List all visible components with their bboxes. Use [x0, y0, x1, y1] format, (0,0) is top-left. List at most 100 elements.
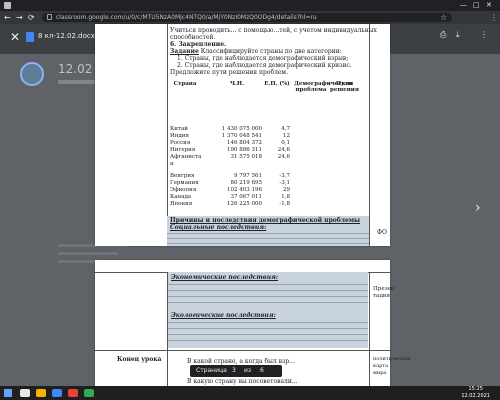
taskbar-app-icon[interactable] — [68, 389, 78, 397]
table-header-country: Страна — [173, 81, 197, 87]
task-text: Классифицируйте страны по две категории: — [200, 48, 342, 55]
cell-population: 31 575 018 — [230, 154, 263, 160]
lesson-end-question: В какой стране, а когда был взр... — [187, 358, 295, 365]
cell-population: 80 219 695 — [230, 180, 263, 186]
cell-growth: 12 — [283, 133, 290, 139]
close-window-button[interactable]: ✕ — [486, 0, 492, 11]
browser-toolbar: ← → ⟳ classroom.google.com/u/0/c/MTU5NzA… — [0, 11, 500, 24]
browser-menu-button[interactable]: ⋮ — [490, 11, 498, 24]
answer-line — [168, 290, 368, 291]
back-button[interactable]: ← — [4, 11, 11, 24]
cell-population: 9 797 561 — [234, 173, 262, 179]
cell-growth: -3,7 — [279, 173, 290, 179]
start-button-icon[interactable] — [4, 389, 12, 397]
page-indicator[interactable]: Страница 3 из 6 — [190, 365, 282, 377]
cell-country: Китай — [170, 126, 188, 132]
reload-button[interactable]: ⟳ — [28, 11, 35, 24]
cell-country: Япония — [170, 201, 193, 207]
cell-population: 1 430 075 000 — [221, 126, 262, 132]
clock-time: 15:25 — [468, 386, 483, 392]
bookmark-star-icon[interactable]: ☆ — [440, 11, 447, 24]
presentation-label: Презен тация — [373, 286, 395, 299]
tab-favicon-icon[interactable] — [4, 2, 11, 9]
download-button[interactable]: ⤓ — [456, 30, 460, 40]
answer-line — [168, 340, 368, 341]
bg-text-line — [58, 252, 118, 255]
table-row: н — [167, 161, 369, 168]
address-bar[interactable]: classroom.google.com/u/0/c/MTU5NzA0Mjc4N… — [42, 13, 452, 22]
doc-section-heading: 6. Закрепление. — [170, 41, 227, 48]
cell-growth: 29 — [283, 187, 290, 193]
lesson-end-question: В какую страну вы посоветовали... — [187, 378, 298, 385]
table-row: Канада 37 067 011 1,8 — [167, 194, 369, 201]
cell-growth: 4,7 — [281, 126, 290, 132]
lock-icon — [47, 14, 52, 20]
cell-population: 1 370 048 541 — [221, 133, 262, 139]
table-border — [95, 350, 390, 351]
cell-growth: 0,1 — [281, 140, 290, 146]
cell-growth: -3,1 — [279, 180, 290, 186]
answer-line — [167, 233, 369, 234]
table-header-population: Ч.Н. — [229, 81, 245, 87]
table-header-problem: Демографическая проблема — [294, 81, 354, 93]
taskbar-app-icon[interactable] — [20, 389, 30, 397]
cell-population: 190 886 311 — [227, 147, 262, 153]
cell-country: н — [170, 161, 174, 167]
causes-heading: Причины и последствия демографической пр… — [170, 217, 361, 224]
table-row: Эфиопия 102 403 196 29 — [167, 187, 369, 194]
print-button[interactable]: ⎙ — [440, 30, 446, 40]
minimize-window-button[interactable]: — — [460, 0, 467, 11]
url-text[interactable]: classroom.google.com/u/0/c/MTU5NzA0Mjc4N… — [56, 13, 317, 22]
document-page-2: Экономические последствия: Экологические… — [95, 260, 410, 400]
assessment-label: ФО — [377, 229, 387, 236]
page-of: из — [244, 367, 252, 374]
consequences-answer-area: Экономические последствия: Экологические… — [168, 272, 368, 348]
answer-line — [168, 302, 368, 303]
assignment-avatar — [20, 62, 44, 86]
cell-population: 102 403 196 — [227, 187, 262, 193]
forward-button[interactable]: → — [16, 11, 23, 24]
answer-line — [167, 238, 369, 239]
cell-growth: -1,8 — [279, 201, 290, 207]
cell-country: Канада — [170, 194, 192, 200]
cell-growth: 1,8 — [281, 194, 290, 200]
table-row: Китай 1 430 075 000 4,7 — [167, 126, 369, 133]
cell-growth: 24,6 — [277, 147, 290, 153]
close-viewer-button[interactable]: ✕ — [10, 30, 20, 44]
table-header-solutions: Пути решения — [330, 81, 359, 93]
table-border — [369, 24, 370, 246]
taskbar-app-icon[interactable] — [36, 389, 46, 397]
maximize-window-button[interactable]: □ — [473, 0, 480, 11]
viewer-more-button[interactable]: ⋮ — [480, 30, 488, 39]
cell-country: Эфиопия — [170, 187, 197, 193]
answer-line — [167, 243, 369, 244]
document-page-1: Учиться проводить... с помощью...тей, с … — [95, 24, 390, 246]
task-label: Задание — [170, 48, 199, 55]
answer-line — [168, 322, 368, 323]
browser-tabstrip: — □ ✕ — [0, 0, 500, 11]
current-page: 3 — [232, 367, 236, 374]
answer-line — [168, 328, 368, 329]
system-clock[interactable]: 15:25 12.02.2021 — [461, 386, 490, 400]
table-row: Индия 1 370 048 541 12 — [167, 133, 369, 140]
page-label: Страница — [196, 367, 227, 374]
table-header-growth: Е.П. (%) — [264, 81, 290, 87]
doc-list-item: 2. Страны, где наблюдается демографическ… — [177, 62, 352, 69]
taskbar-app-icon[interactable] — [52, 389, 62, 397]
doc-line: способностей. — [170, 34, 216, 41]
answer-line — [168, 334, 368, 335]
next-file-arrow-icon[interactable]: › — [475, 200, 481, 216]
table-border — [369, 272, 370, 400]
cell-population: 126 225 000 — [227, 201, 262, 207]
doc-task-line: Задание Классифицируйте страны по две ка… — [170, 48, 342, 55]
taskbar-app-icon[interactable] — [84, 389, 94, 397]
economic-heading: Экономические последствия: — [171, 274, 279, 281]
file-name: 8 кл-12.02.docx — [38, 32, 95, 40]
ecological-heading: Экологические последствия: — [171, 312, 276, 319]
social-heading: Социальные последствия: — [170, 224, 267, 231]
cell-country: Индия — [170, 133, 189, 139]
os-taskbar: 15:25 12.02.2021 — [0, 386, 500, 400]
docx-file-icon — [26, 32, 34, 42]
table-row: Афганиста 31 575 018 24,6 — [167, 154, 369, 161]
table-row: Нигерия 190 886 311 24,6 — [167, 147, 369, 154]
